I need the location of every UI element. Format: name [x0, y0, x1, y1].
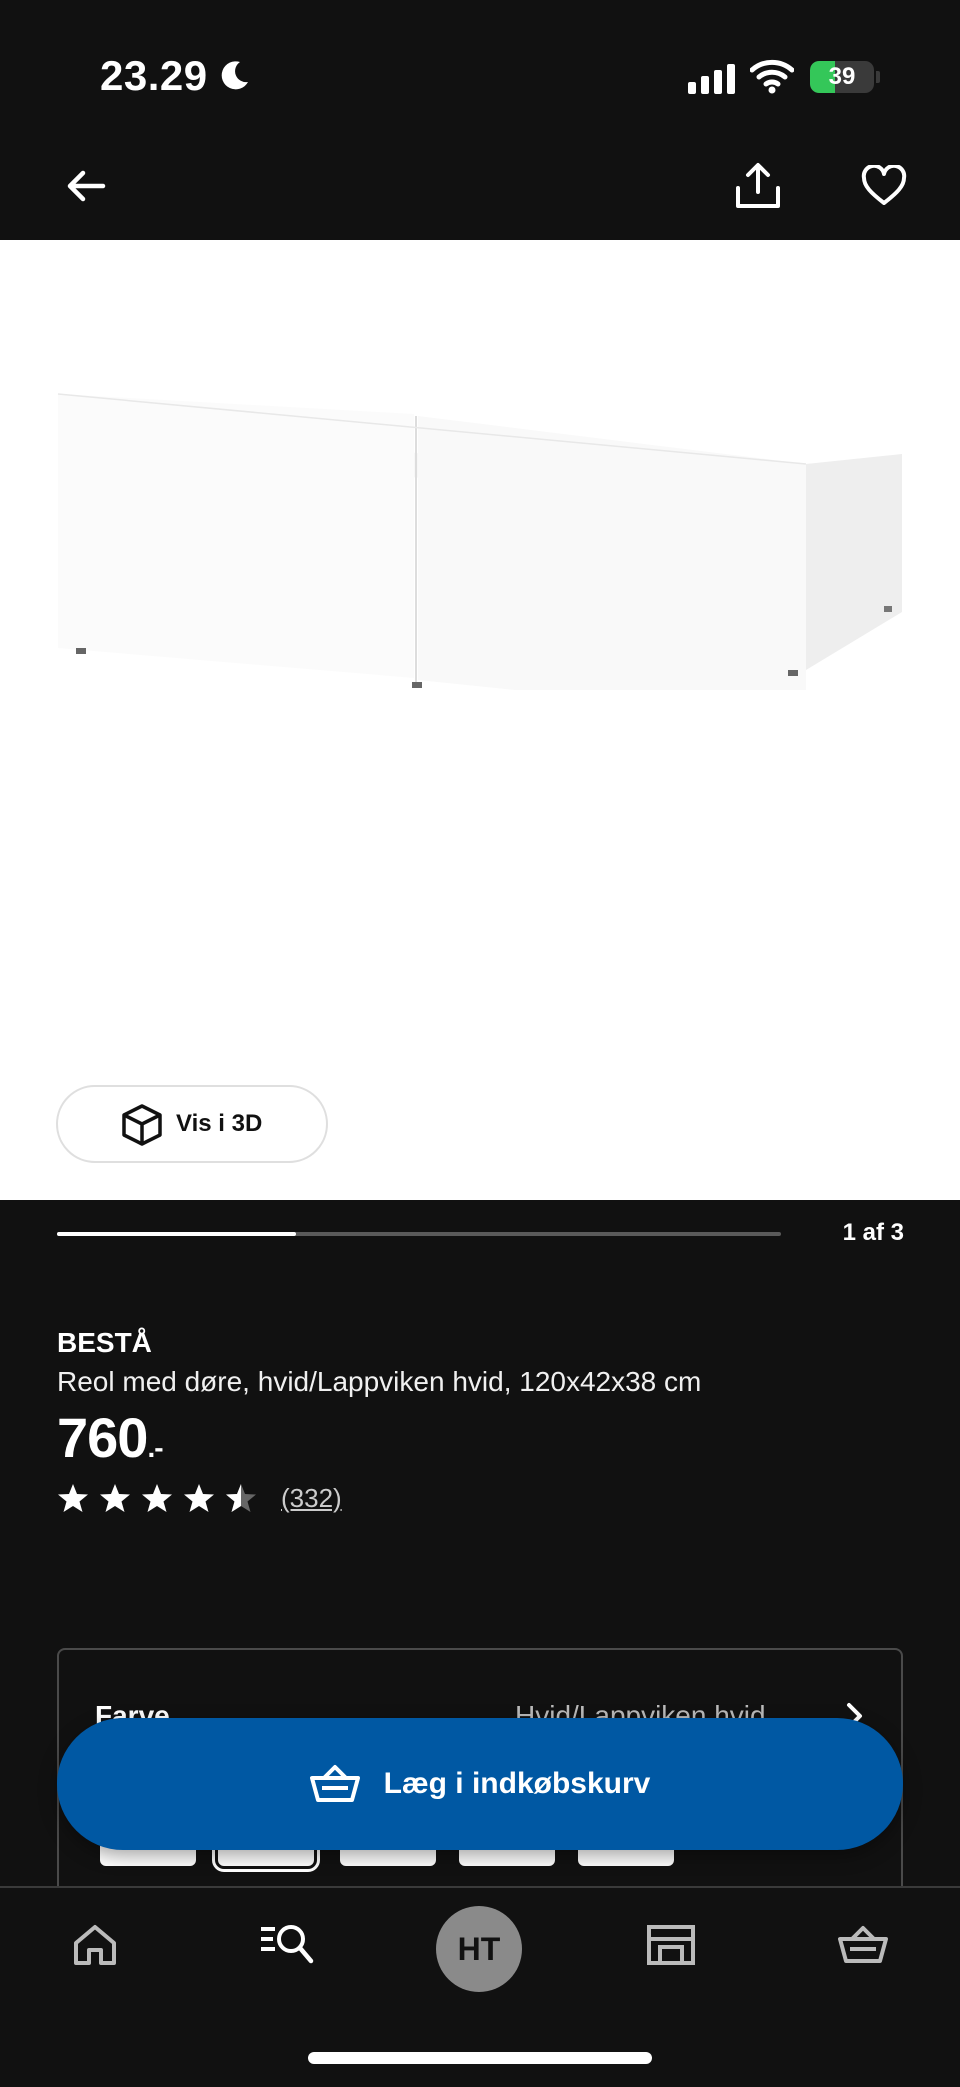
- store-icon: [647, 1925, 695, 1965]
- profile-initials: HT: [457, 1930, 501, 1967]
- nav-profile-avatar[interactable]: HT: [436, 1906, 522, 1992]
- view-in-3d-button[interactable]: Vis i 3D: [56, 1085, 328, 1163]
- half-star-icon: [226, 1484, 256, 1512]
- basket-icon: [309, 1765, 360, 1802]
- star-icon: [184, 1484, 214, 1512]
- share-button[interactable]: [728, 156, 788, 216]
- wifi-icon: [750, 59, 794, 94]
- nav-home[interactable]: [60, 1910, 130, 1980]
- price-value: 760: [57, 1406, 148, 1469]
- view-in-3d-label: Vis i 3D: [176, 1110, 263, 1137]
- product-brand: BESTÅ: [57, 1327, 152, 1358]
- battery-tip: [876, 71, 880, 83]
- review-count-link[interactable]: (332): [281, 1483, 342, 1514]
- star-icon: [142, 1484, 172, 1512]
- battery-level: 39: [828, 63, 856, 90]
- moon-icon: [221, 61, 248, 90]
- back-button[interactable]: [56, 156, 116, 216]
- star-icon: [58, 1484, 88, 1512]
- search-list-icon: [261, 1925, 314, 1964]
- favorite-button[interactable]: [854, 156, 914, 216]
- nav-search[interactable]: [252, 1908, 322, 1978]
- cube-3d-icon: [122, 1104, 162, 1146]
- product-price: 760.-: [57, 1405, 164, 1470]
- product-image: [57, 393, 902, 690]
- gallery-page-counter: 1 af 3: [842, 1219, 904, 1246]
- share-icon: [736, 163, 780, 208]
- basket-icon: [838, 1926, 888, 1963]
- gallery-progress: [57, 1232, 781, 1236]
- nav-header: [0, 150, 960, 240]
- add-to-cart-button[interactable]: Læg i indkøbskurv: [57, 1718, 903, 1850]
- nav-basket[interactable]: [828, 1910, 898, 1980]
- add-to-cart-label: Læg i indkøbskurv: [383, 1767, 651, 1800]
- battery-indicator: 39: [810, 61, 874, 93]
- heart-icon: [861, 165, 907, 205]
- gallery-progress-fill: [57, 1232, 296, 1236]
- arrow-left-icon: [67, 170, 106, 202]
- product-rating[interactable]: (332): [57, 1482, 342, 1514]
- home-icon: [74, 1925, 116, 1965]
- status-time: 23.29: [100, 52, 208, 99]
- signal-icon: [688, 62, 735, 94]
- product-description: Reol med døre, hvid/Lappviken hvid, 120x…: [57, 1366, 702, 1397]
- price-suffix: .-: [147, 1432, 163, 1463]
- star-icon: [100, 1484, 130, 1512]
- home-indicator: [308, 2052, 652, 2064]
- nav-store[interactable]: [636, 1910, 706, 1980]
